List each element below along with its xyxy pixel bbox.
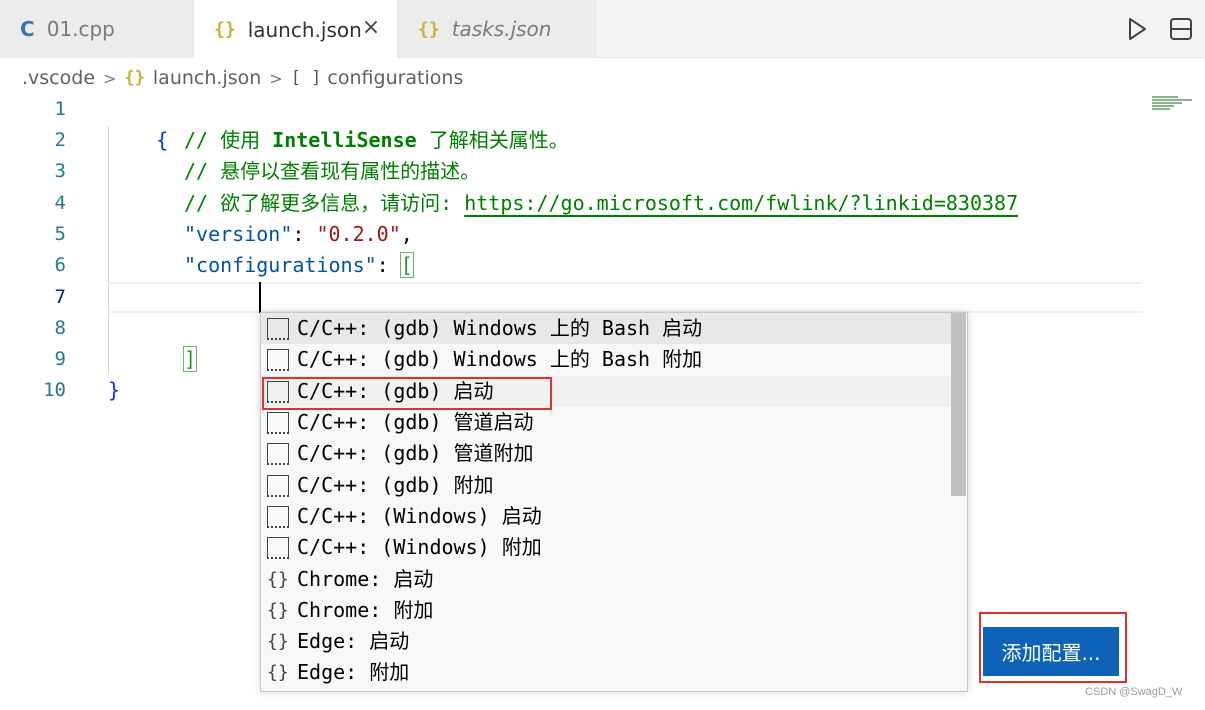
tab-01-cpp[interactable]: C 01.cpp [0,0,194,58]
suggestion-item[interactable]: {} Chrome: 启动 [261,564,953,595]
snippet-icon [267,317,289,340]
close-bracket: ] [182,346,198,372]
suggestion-item[interactable]: {} Edge: 附加 [261,657,953,688]
chevron-right-icon: > [103,68,117,88]
watermark: CSDN @SwagD_W [1085,686,1183,698]
breadcrumb-folder[interactable]: .vscode [22,67,95,89]
split-editor-icon[interactable] [1168,16,1194,42]
suggestion-item[interactable]: {} Chrome: 附加 [261,595,953,626]
object-icon: {} [267,630,289,652]
line-number: 2 [54,129,66,151]
suggestion-item[interactable]: C/C++: (Windows) 附加 [261,532,953,563]
breadcrumb-symbol[interactable]: configurations [327,67,463,89]
tab-bar: C 01.cpp {} launch.json × {} tasks.json [0,0,1205,59]
tab-tasks-json[interactable]: {} tasks.json [398,0,596,58]
suggestion-item[interactable]: C/C++: (gdb) 附加 [261,470,953,501]
suggestion-label: Edge: 附加 [297,660,410,684]
snippet-icon [267,505,289,528]
colon: : [376,253,401,277]
suggestion-label: C/C++: (gdb) 管道附加 [297,441,534,465]
suggestion-item[interactable]: C/C++: (gdb) Windows 上的 Bash 附加 [261,344,953,375]
suggestion-item[interactable]: C/C++: (gdb) 管道附加 [261,438,953,469]
close-icon[interactable]: × [359,16,383,40]
line-number: 8 [54,317,66,339]
line-number: 5 [54,223,66,245]
comment-text: // 使用 [184,128,273,152]
snippet-icon [267,442,289,465]
text-cursor [259,282,261,313]
cpp-file-icon: C [20,17,35,41]
snippet-icon [267,348,289,371]
suggestion-label: C/C++: (Windows) 附加 [297,535,542,559]
suggestion-label: C/C++: (gdb) Windows 上的 Bash 启动 [297,316,703,340]
line-number: 3 [54,160,66,182]
code-line-1: { [108,94,168,152]
object-icon: {} [267,599,289,621]
suggestion-label: C/C++: (gdb) Windows 上的 Bash 附加 [297,347,703,371]
add-configuration-button[interactable]: 添加配置... [983,627,1119,676]
snippet-icon [267,474,289,497]
json-key: "configurations" [184,253,377,277]
array-symbol-icon: [ ] [290,68,322,88]
json-string: "0.2.0" [316,222,401,246]
suggestion-item[interactable]: C/C++: (gdb) 管道启动 [261,407,953,438]
suggestion-item[interactable]: C/C++: (Windows) 启动 [261,501,953,532]
code-line-5: "version": "0.2.0", [184,219,413,250]
suggestion-item[interactable]: {} Edge: 启动 [261,626,953,657]
code-line-2: // 使用 IntelliSense 了解相关属性。 [184,125,569,156]
tab-label: 01.cpp [46,17,115,41]
minimap[interactable] [1152,96,1198,112]
line-number: 10 [43,379,66,401]
suggestion-scrollbar-thumb[interactable] [951,313,966,496]
breadcrumb-file[interactable]: launch.json [153,67,261,89]
snippet-icon [267,411,289,434]
comment-keyword: IntelliSense [272,128,417,152]
code-line-3: // 悬停以查看现有属性的描述。 [184,156,480,187]
line-number: 6 [54,254,66,276]
comment-text: // 欲了解更多信息，请访问: [184,191,465,215]
tab-label: launch.json [247,17,362,42]
suggestion-label: Chrome: 附加 [297,598,434,622]
suggestion-label: C/C++: (gdb) 附加 [297,473,494,497]
open-brace: { [156,128,169,152]
code-line-10: } [108,375,120,406]
tab-label: tasks.json [451,17,552,41]
json-key: "version" [184,222,293,246]
code-line-6: "configurations": [ [184,250,414,281]
suggestion-label: C/C++: (Windows) 启动 [297,504,542,528]
suggestion-label: C/C++: (gdb) 管道启动 [297,410,534,434]
run-icon[interactable] [1124,16,1150,42]
colon: : [292,222,317,246]
code-line-9: ] [182,344,198,375]
object-icon: {} [267,568,289,590]
code-line-4: // 欲了解更多信息，请访问: https://go.microsoft.com… [184,188,1018,219]
object-icon: {} [267,661,289,683]
line-number: 1 [54,98,66,120]
suggestion-item[interactable]: C/C++: (gdb) Windows 上的 Bash 启动 [261,313,953,344]
comma: , [400,222,413,246]
chevron-right-icon: > [269,68,283,88]
comment-text: 了解相关属性。 [416,128,569,152]
open-bracket: [ [399,252,414,278]
json-file-icon: {} [124,68,145,88]
tab-launch-json[interactable]: {} launch.json × [194,0,398,59]
suggestion-list[interactable]: C/C++: (gdb) Windows 上的 Bash 启动 C/C++: (… [260,312,968,692]
line-number: 7 [54,286,66,308]
json-file-icon: {} [418,18,440,40]
suggestion-label: Chrome: 启动 [297,567,434,591]
snippet-icon [267,536,289,559]
breadcrumb: .vscode > {} launch.json > [ ] configura… [22,64,463,92]
current-line-highlight [108,282,1142,313]
close-brace: } [108,378,121,402]
comment-text: // 悬停以查看现有属性的描述。 [184,159,481,183]
docs-link[interactable]: https://go.microsoft.com/fwlink/?linkid=… [464,191,1018,215]
highlight-box [262,377,552,410]
line-number: 4 [54,192,66,214]
json-file-icon: {} [214,19,236,40]
line-number: 9 [54,348,66,370]
suggestion-label: Edge: 启动 [297,629,410,653]
